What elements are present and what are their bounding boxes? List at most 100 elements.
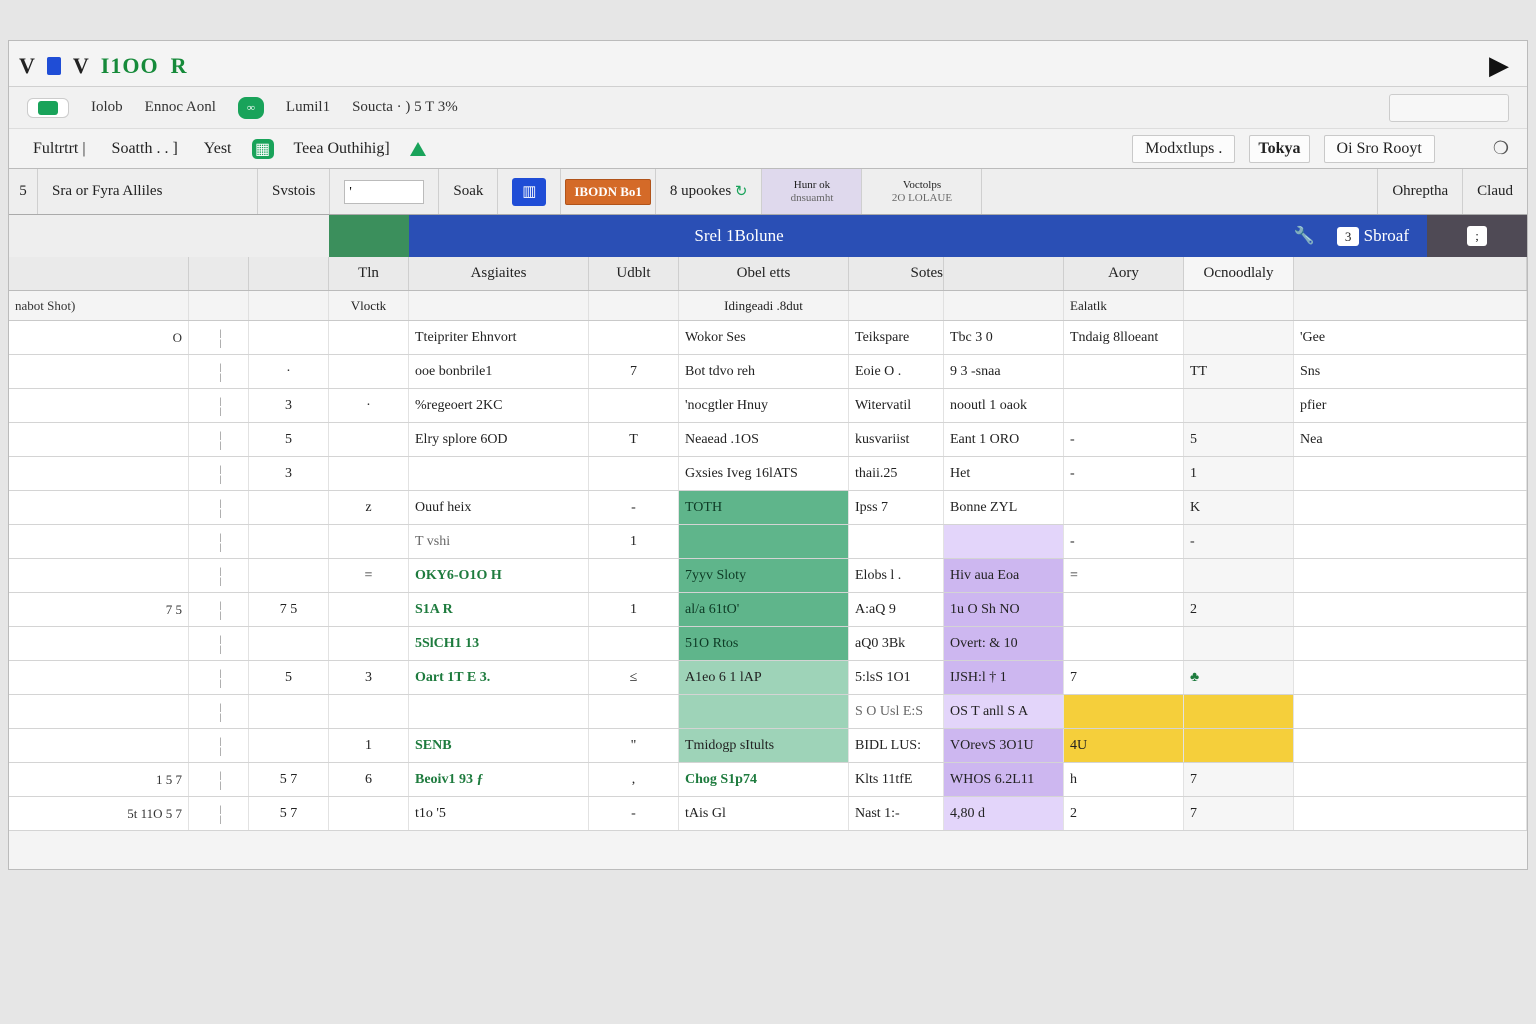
cell-aory[interactable]: [1064, 389, 1184, 422]
cell-obel[interactable]: TOTH: [679, 491, 849, 524]
cell-last[interactable]: 'Gee: [1294, 321, 1527, 354]
green-square-icon[interactable]: ▦: [252, 139, 274, 159]
filter-input[interactable]: [344, 180, 424, 204]
cell-cem[interactable]: 2: [1184, 593, 1294, 626]
dropdown-glyph[interactable]: V: [19, 53, 35, 79]
col-sts2[interactable]: [944, 257, 1064, 290]
row-selector[interactable]: 5: [9, 169, 38, 214]
col-agg[interactable]: Asgiaites: [409, 257, 589, 290]
cell-cem[interactable]: [1184, 695, 1294, 728]
cell-aory[interactable]: -: [1064, 423, 1184, 456]
cell-tin[interactable]: 1: [329, 729, 409, 762]
cell-tick[interactable]: ||: [189, 797, 249, 830]
cell-aory[interactable]: [1064, 491, 1184, 524]
cell-udbt[interactable]: -: [589, 491, 679, 524]
cell-last[interactable]: [1294, 661, 1527, 694]
imports-button[interactable]: 8 upookes ↻: [656, 169, 763, 214]
cell-last[interactable]: [1294, 729, 1527, 762]
table-row[interactable]: 5t 11O 5 7||5 7t1o '5-tAis GlNast 1:-4,8…: [9, 797, 1527, 831]
cell-idx[interactable]: 5: [249, 661, 329, 694]
cell-agg[interactable]: S1A R: [409, 593, 589, 626]
cell-tick[interactable]: ||: [189, 491, 249, 524]
cell-obel[interactable]: Neaead .1OS: [679, 423, 849, 456]
cell-obel[interactable]: A1eo 6 1 lAP: [679, 661, 849, 694]
cell-obel[interactable]: 7yyv Sloty: [679, 559, 849, 592]
cell-last[interactable]: [1294, 763, 1527, 796]
cell-agg[interactable]: t1o '5: [409, 797, 589, 830]
cell-tick[interactable]: ||: [189, 627, 249, 660]
cell-tin[interactable]: ·: [329, 389, 409, 422]
cell-cem[interactable]: TT: [1184, 355, 1294, 388]
cell-idx[interactable]: 3: [249, 457, 329, 490]
cell-aory[interactable]: [1064, 355, 1184, 388]
twoLine-tile-2[interactable]: Voctolps 2O LOLAUE: [862, 169, 982, 214]
cell-aory[interactable]: Tndaig 8lloeant: [1064, 321, 1184, 354]
table-row[interactable]: ||53Oart 1T E 3.≤A1eo 6 1 lAP5:lsS 1O1IJ…: [9, 661, 1527, 695]
sostors-label[interactable]: Svstois: [258, 169, 330, 214]
cell-tick[interactable]: ||: [189, 457, 249, 490]
document-icon[interactable]: [47, 57, 61, 75]
cell-last[interactable]: pfier: [1294, 389, 1527, 422]
cell-sts2[interactable]: WHOS 6.2L11: [944, 763, 1064, 796]
cell-agg[interactable]: ooe bonbrile1: [409, 355, 589, 388]
cell-agg[interactable]: %regeoert 2KC: [409, 389, 589, 422]
ribbon2-item[interactable]: Yest: [198, 138, 238, 160]
filter-label[interactable]: Sra or Fyra Alliles: [38, 169, 258, 214]
cell-tin[interactable]: =: [329, 559, 409, 592]
cell-aory[interactable]: 4U: [1064, 729, 1184, 762]
table-row[interactable]: ||·ooe bonbrile17Bot tdvo rehEoie O .9 3…: [9, 355, 1527, 389]
col-udbt[interactable]: Udblt: [589, 257, 679, 290]
table-row[interactable]: || S O Usl E:SOS T anll S A: [9, 695, 1527, 729]
cell-agg[interactable]: Oart 1T E 3.: [409, 661, 589, 694]
cell-idx[interactable]: 5 7: [249, 797, 329, 830]
table-row[interactable]: 7 5||7 5S1A R1al/a 61tO'A:aQ 91u O Sh NO…: [9, 593, 1527, 627]
cell-sts1[interactable]: BIDL LUS:: [849, 729, 944, 762]
cell-tick[interactable]: ||: [189, 695, 249, 728]
cell-left[interactable]: 1 5 7: [9, 763, 189, 796]
cell-last[interactable]: [1294, 525, 1527, 558]
ribbon1-item[interactable]: Iolob: [91, 99, 123, 116]
cell-idx[interactable]: [249, 627, 329, 660]
cell-idx[interactable]: [249, 729, 329, 762]
cell-sts2[interactable]: OS T anll S A: [944, 695, 1064, 728]
cell-aory[interactable]: -: [1064, 525, 1184, 558]
data-grid[interactable]: O||Tteipriter EhnvortWokor SesTeikspareT…: [9, 321, 1527, 831]
cell-last[interactable]: [1294, 797, 1527, 830]
cell-obel[interactable]: Bot tdvo reh: [679, 355, 849, 388]
cell-sts1[interactable]: 5:lsS 1O1: [849, 661, 944, 694]
cell-tick[interactable]: ||: [189, 525, 249, 558]
table-row[interactable]: 1 5 7||5 76Beoiv1 93 ƒ,Chog S1p74Klts 11…: [9, 763, 1527, 797]
cell-tin[interactable]: 6: [329, 763, 409, 796]
cell-last[interactable]: [1294, 457, 1527, 490]
cell-left[interactable]: 5t 11O 5 7: [9, 797, 189, 830]
cell-left[interactable]: [9, 695, 189, 728]
cell-udbt[interactable]: [589, 321, 679, 354]
cell-agg[interactable]: OKY6-O1O H: [409, 559, 589, 592]
cell-tick[interactable]: ||: [189, 593, 249, 626]
table-row[interactable]: ||T vshi1--: [9, 525, 1527, 559]
cell-left[interactable]: [9, 661, 189, 694]
cell-agg[interactable]: SENB: [409, 729, 589, 762]
cell-aory[interactable]: h: [1064, 763, 1184, 796]
cell-left[interactable]: [9, 627, 189, 660]
cell-sts1[interactable]: A:aQ 9: [849, 593, 944, 626]
cell-agg[interactable]: 5SlCH1 13: [409, 627, 589, 660]
cell-last[interactable]: [1294, 559, 1527, 592]
cell-tin[interactable]: [329, 593, 409, 626]
ribbon1-item[interactable]: Lumil1: [286, 99, 330, 116]
table-row[interactable]: ||1SENB"Tmidogp sItultsBIDL LUS:VOrevS 3…: [9, 729, 1527, 763]
cell-aory[interactable]: =: [1064, 559, 1184, 592]
cell-idx[interactable]: ·: [249, 355, 329, 388]
cell-left[interactable]: [9, 423, 189, 456]
cell-aory[interactable]: [1064, 695, 1184, 728]
cell-obel[interactable]: Wokor Ses: [679, 321, 849, 354]
cell-sts1[interactable]: S O Usl E:S: [849, 695, 944, 728]
cell-obel[interactable]: tAis Gl: [679, 797, 849, 830]
cell-obel[interactable]: 51O Rtos: [679, 627, 849, 660]
cell-sts2[interactable]: Het: [944, 457, 1064, 490]
cell-tin[interactable]: z: [329, 491, 409, 524]
zoom-level[interactable]: I1OO: [101, 53, 159, 79]
cell-obel[interactable]: al/a 61tO': [679, 593, 849, 626]
cell-tin[interactable]: 3: [329, 661, 409, 694]
cell-obel[interactable]: Gxsies Iveg 16lATS: [679, 457, 849, 490]
